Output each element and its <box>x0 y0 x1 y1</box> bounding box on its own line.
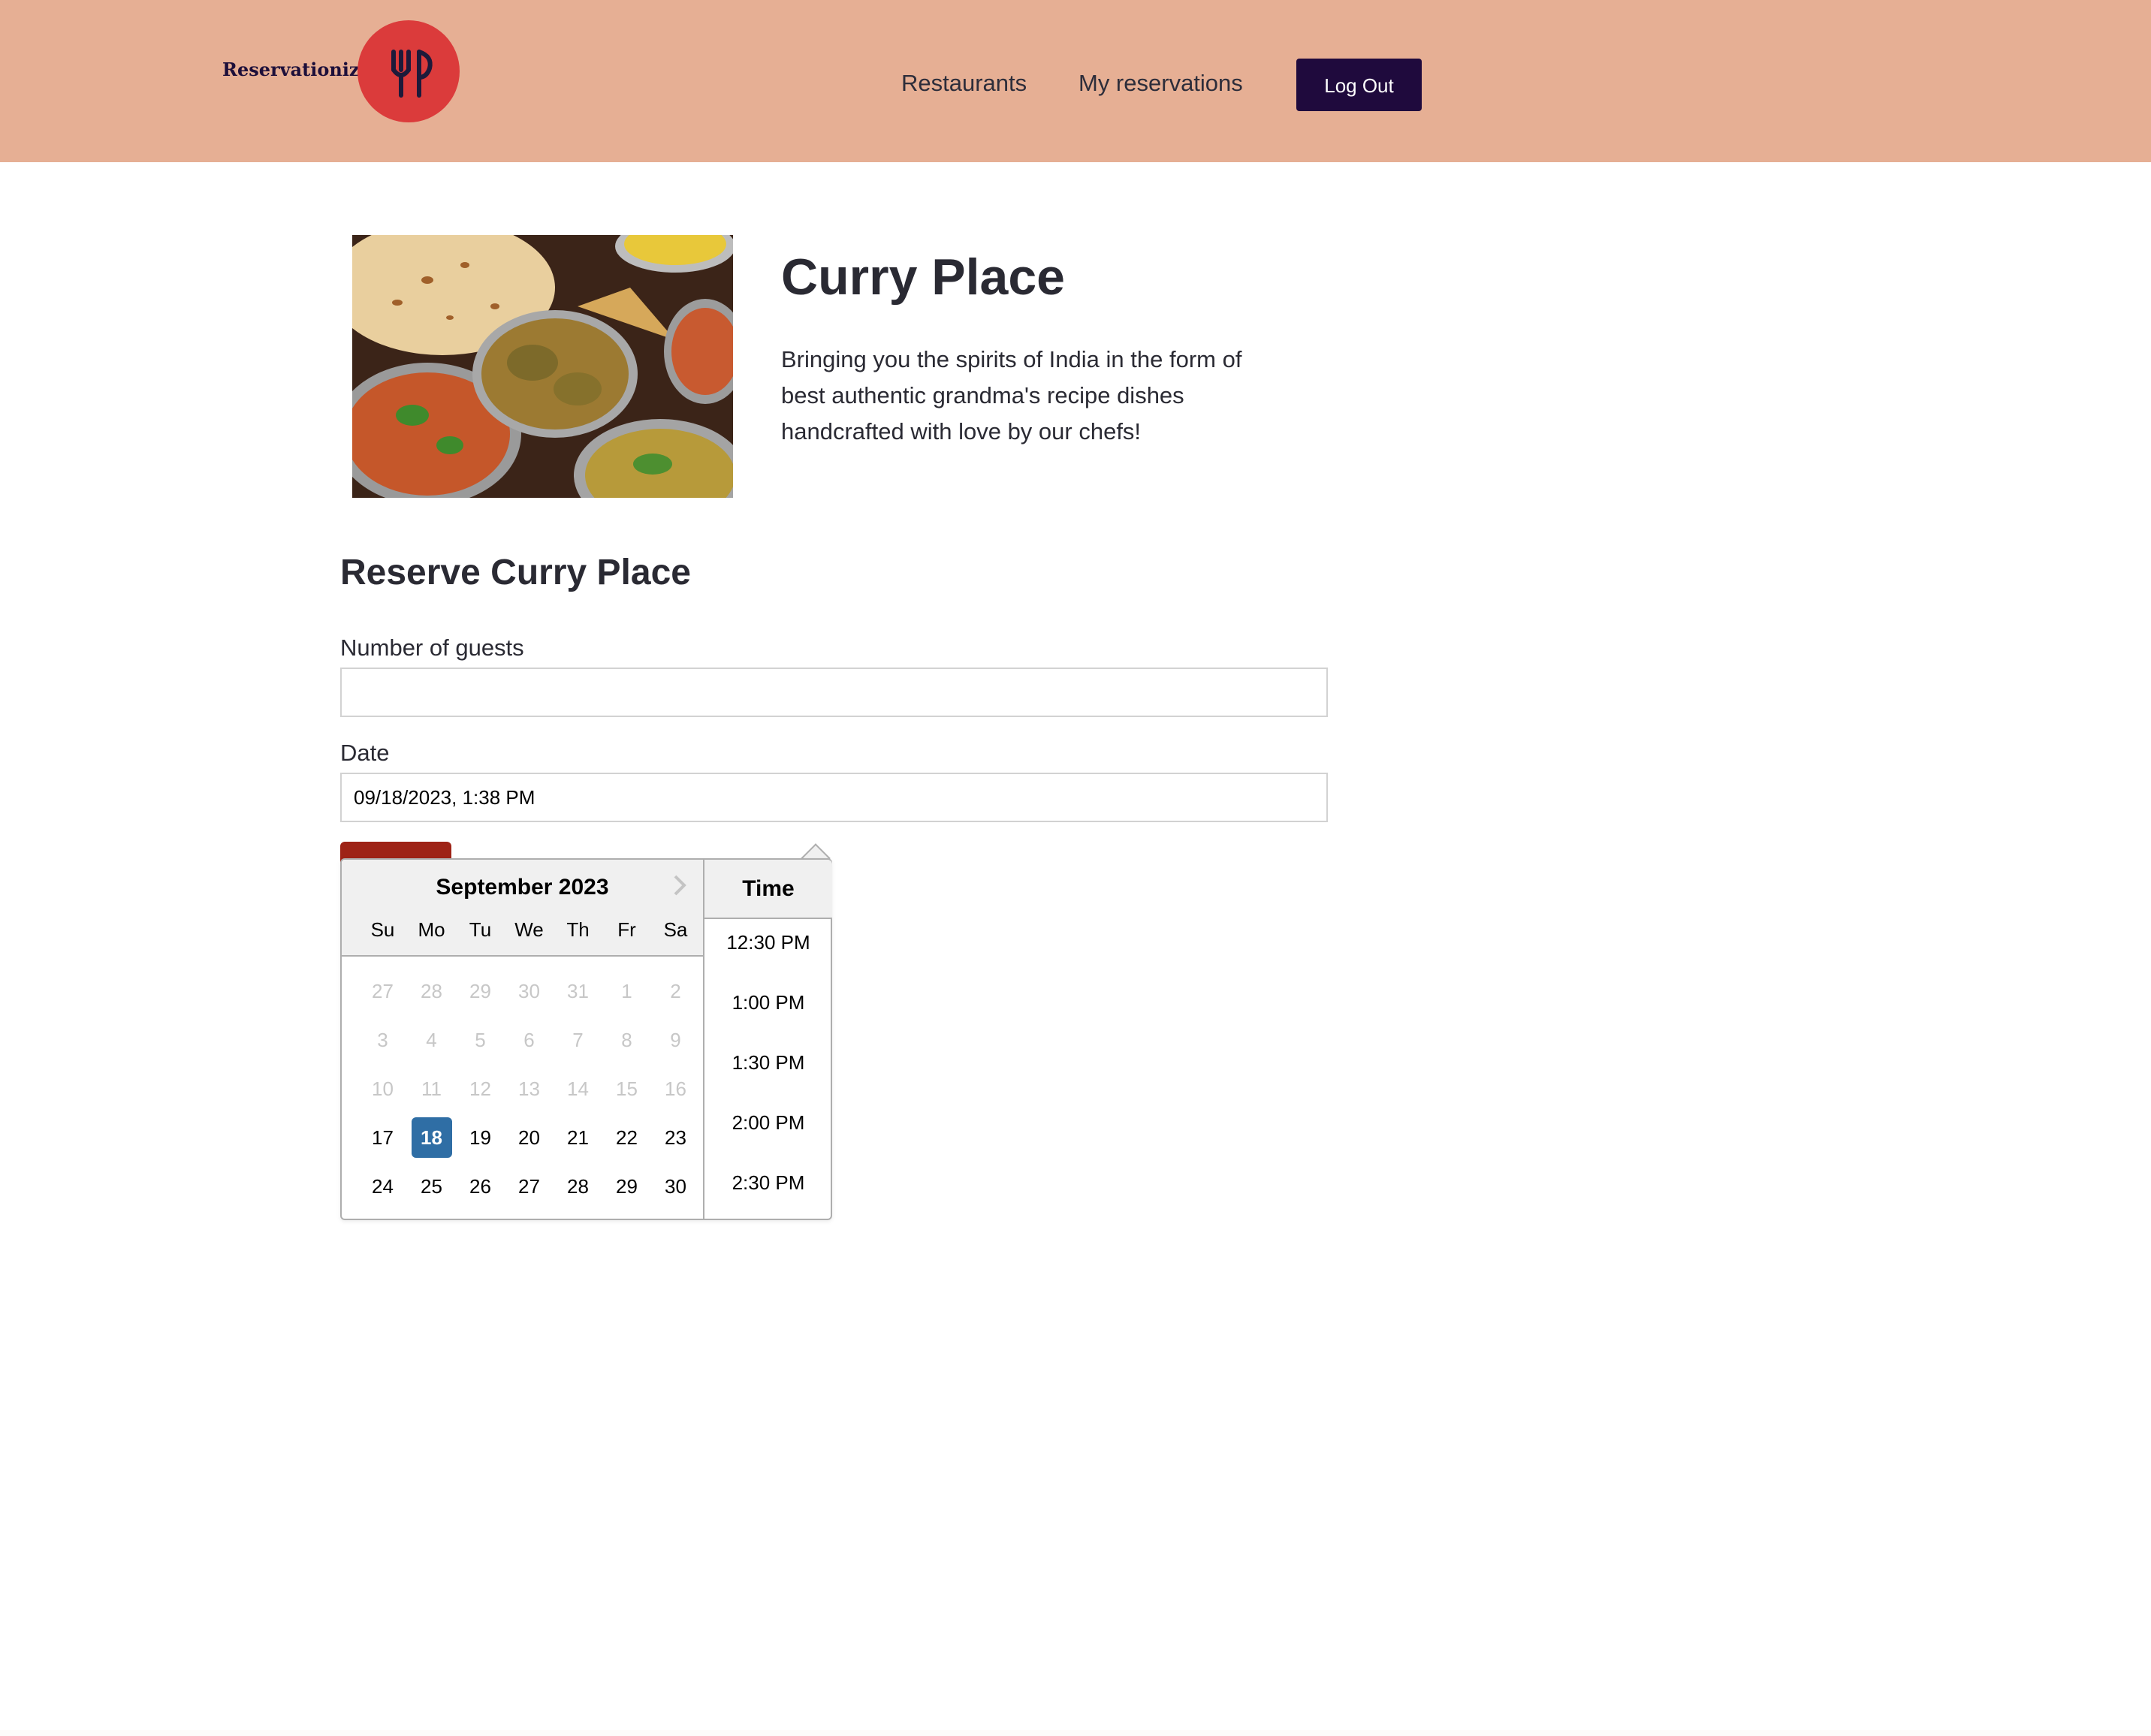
restaurant-image <box>352 235 733 498</box>
calendar-day[interactable]: 27 <box>505 1166 554 1207</box>
weekday-label: Tu <box>469 918 492 941</box>
log-out-button[interactable]: Log Out <box>1296 59 1422 111</box>
calendar-day[interactable]: 18 <box>411 1117 452 1158</box>
calendar-day[interactable]: 6 <box>505 1020 554 1060</box>
calendar-day[interactable]: 10 <box>358 1068 407 1109</box>
calendar-day[interactable]: 29 <box>602 1166 651 1207</box>
calendar-day[interactable]: 12 <box>456 1068 505 1109</box>
time-option[interactable]: 2:30 PM <box>704 1159 832 1219</box>
site-header: Reservationizr Restaurants My reservatio… <box>0 0 2151 162</box>
calendar-day[interactable]: 17 <box>358 1117 407 1158</box>
calendar-day[interactable]: 28 <box>407 971 456 1011</box>
calendar-day[interactable]: 26 <box>456 1166 505 1207</box>
calendar-day[interactable]: 2 <box>651 971 700 1011</box>
datepicker-popup: September 2023 Su Mo Tu We Th Fr Sa 27 2… <box>340 858 832 1220</box>
calendar-day[interactable]: 15 <box>602 1068 651 1109</box>
calendar-day[interactable]: 21 <box>554 1117 602 1158</box>
weekday-label: Fr <box>617 918 636 941</box>
restaurant-title: Curry Place <box>781 249 1065 306</box>
time-header: Time <box>704 860 832 919</box>
nav-link-restaurants[interactable]: Restaurants <box>901 70 1027 97</box>
restaurant-description: Bringing you the spirits of India in the… <box>781 346 1242 445</box>
reserve-form-title: Reserve Curry Place <box>340 553 691 592</box>
calendar-day[interactable]: 5 <box>456 1020 505 1060</box>
weekday-row: Su Mo Tu We Th Fr Sa <box>358 918 700 942</box>
weekday-label: We <box>514 918 544 941</box>
calendar-day[interactable]: 30 <box>505 971 554 1011</box>
calendar-week: 3 4 5 6 7 8 9 <box>358 1020 700 1068</box>
calendar-day[interactable]: 3 <box>358 1020 407 1060</box>
calendar-day[interactable]: 20 <box>505 1117 554 1158</box>
calendar-day[interactable]: 25 <box>407 1166 456 1207</box>
weekday-label: Su <box>370 918 395 941</box>
calendar-day[interactable]: 29 <box>456 971 505 1011</box>
guests-input[interactable] <box>340 668 1328 717</box>
calendar-week: 10 11 12 13 14 15 16 <box>358 1068 700 1117</box>
calendar-day[interactable]: 27 <box>358 971 407 1011</box>
page-footer <box>0 1730 2151 1736</box>
calendar-week: 27 28 29 30 31 1 2 <box>358 971 700 1020</box>
date-label: Date <box>340 740 390 766</box>
calendar-day[interactable]: 8 <box>602 1020 651 1060</box>
calendar-week: 17 18 19 20 21 22 23 <box>358 1117 700 1166</box>
calendar-header: September 2023 Su Mo Tu We Th Fr Sa <box>342 860 703 957</box>
fork-knife-logo-icon[interactable] <box>357 20 460 122</box>
nav-link-my-reservations[interactable]: My reservations <box>1079 70 1243 97</box>
calendar-day[interactable]: 7 <box>554 1020 602 1060</box>
calendar-day[interactable]: 28 <box>554 1166 602 1207</box>
time-options: 12:30 PM 1:00 PM 1:30 PM 2:00 PM 2:30 PM <box>704 919 832 1219</box>
calendar-day[interactable]: 4 <box>407 1020 456 1060</box>
calendar-day[interactable]: 31 <box>554 971 602 1011</box>
date-input[interactable] <box>340 773 1328 822</box>
calendar-day[interactable]: 23 <box>651 1117 700 1158</box>
time-option[interactable]: 2:00 PM <box>704 1099 832 1159</box>
guests-label: Number of guests <box>340 634 524 661</box>
chevron-right-icon[interactable] <box>665 870 695 900</box>
weekday-label: Mo <box>418 918 445 941</box>
calendar-day[interactable]: 13 <box>505 1068 554 1109</box>
calendar-day[interactable]: 11 <box>407 1068 456 1109</box>
calendar-day[interactable]: 22 <box>602 1117 651 1158</box>
time-list: Time 12:30 PM 1:00 PM 1:30 PM 2:00 PM 2:… <box>703 860 832 1219</box>
month-label: September 2023 <box>436 875 609 900</box>
weekday-label: Th <box>566 918 590 941</box>
time-option[interactable]: 12:30 PM <box>704 919 832 979</box>
calendar-week: 24 25 26 27 28 29 30 <box>358 1166 700 1215</box>
calendar-day[interactable]: 16 <box>651 1068 700 1109</box>
calendar-day[interactable]: 1 <box>602 971 651 1011</box>
calendar-grid: 27 28 29 30 31 1 2 3 4 5 6 7 8 9 10 11 1… <box>358 971 700 1215</box>
time-option[interactable]: 1:00 PM <box>704 979 832 1039</box>
weekday-label: Sa <box>663 918 688 941</box>
calendar-day[interactable]: 9 <box>651 1020 700 1060</box>
calendar-day[interactable]: 24 <box>358 1166 407 1207</box>
calendar-day[interactable]: 19 <box>456 1117 505 1158</box>
time-option[interactable]: 1:30 PM <box>704 1039 832 1099</box>
calendar-day[interactable]: 30 <box>651 1166 700 1207</box>
calendar-day[interactable]: 14 <box>554 1068 602 1109</box>
brand-name[interactable]: Reservationizr <box>222 59 369 80</box>
